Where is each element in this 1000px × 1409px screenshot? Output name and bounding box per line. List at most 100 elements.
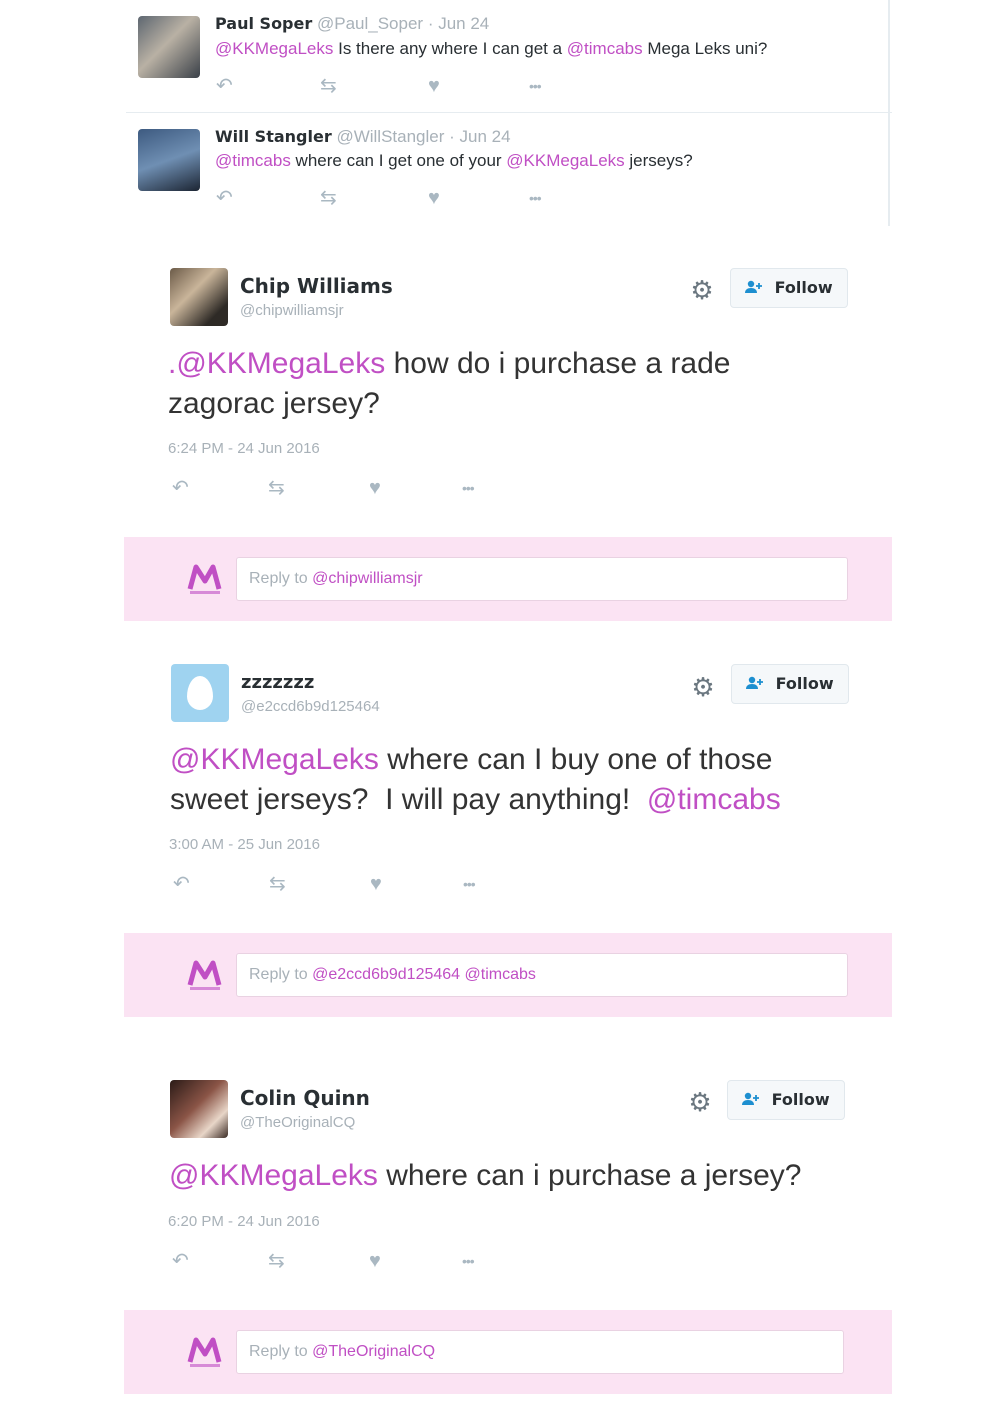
megaleks-logo [186,561,226,597]
tweet-date[interactable]: · Jun 24 [449,127,510,146]
tweet-compact: Will Stangler @WillStangler · Jun 24 @ti… [126,113,892,225]
user-handle[interactable]: @TheOriginalCQ [240,1114,355,1131]
tweet-line: .@KKMegaLeks how do i purchase a rade [168,344,868,384]
tweet-actions: ↶ ⇆ ♥ ••• [216,74,566,98]
retweet-icon[interactable]: ⇆ [268,1249,285,1273]
like-icon[interactable]: ♥ [428,74,440,98]
follow-label: Follow [771,1090,830,1109]
tweet-text: .@KKMegaLeks how do i purchase a rade za… [168,344,868,424]
user-name[interactable]: Chip Williams [240,274,393,298]
reply-composer: Reply to @e2ccd6b9d125464 @timcabs [124,933,892,1017]
more-icon[interactable]: ••• [529,74,542,98]
retweet-icon[interactable]: ⇆ [320,74,337,98]
more-icon[interactable]: ••• [463,872,476,896]
tweet-text-part: jerseys? [624,151,693,170]
gear-icon[interactable]: ⚙ [690,674,716,700]
avatar[interactable] [171,664,229,722]
gear-icon[interactable]: ⚙ [689,277,715,303]
user-name[interactable]: Will Stangler [215,127,332,146]
reply-icon[interactable]: ↶ [173,872,190,896]
mention-link[interactable]: @timcabs [647,783,781,816]
tweet-timestamp[interactable]: 3:00 AM - 25 Jun 2016 [169,836,320,853]
add-user-icon [742,1091,765,1109]
user-handle[interactable]: @e2ccd6b9d125464 [241,698,380,715]
reply-mentions: @e2ccd6b9d125464 @timcabs [312,966,536,983]
tweet-actions: ↶ ⇆ ♥ ••• [172,1249,492,1273]
tweet-text-part: sweet jerseys? I will pay anything! [170,783,647,816]
mention-link[interactable]: .@KKMegaLeks [168,347,385,380]
reply-prefix: Reply to [249,966,313,983]
tweet-text: @KKMegaLeks where can I buy one of those… [170,740,870,820]
tweet-actions: ↶ ⇆ ♥ ••• [173,872,493,896]
more-icon[interactable]: ••• [462,1249,475,1273]
reply-composer: Reply to @TheOriginalCQ [124,1310,892,1394]
mention-link[interactable]: @timcabs [567,39,643,58]
reply-prefix: Reply to [249,570,313,587]
follow-button[interactable]: Follow [731,664,849,704]
tweet-header: Will Stangler @WillStangler · Jun 24 [215,127,511,147]
megaleks-logo [186,957,226,993]
tweet-expanded: Colin Quinn @TheOriginalCQ ⚙ Follow @KKM… [0,1052,1000,1312]
reply-icon[interactable]: ↶ [216,186,233,210]
retweet-icon[interactable]: ⇆ [268,476,285,500]
tweet-line: zagorac jersey? [168,384,868,424]
reply-composer: Reply to @chipwilliamsjr [124,537,892,621]
user-handle[interactable]: @Paul_Soper [317,14,423,33]
like-icon[interactable]: ♥ [369,1249,381,1273]
user-name[interactable]: zzzzzzz [241,672,314,693]
reply-mentions: @chipwilliamsjr [312,570,423,587]
follow-label: Follow [775,674,834,693]
mention-link[interactable]: @KKMegaLeks [506,151,624,170]
avatar[interactable] [138,129,200,191]
tweet-text-part: where can i purchase a jersey? [377,1159,802,1192]
user-name[interactable]: Paul Soper [215,14,312,33]
tweet-text-part: where can I get one of your [290,151,507,170]
more-icon[interactable]: ••• [529,186,542,210]
avatar[interactable] [138,16,200,78]
reply-icon[interactable]: ↶ [172,1249,189,1273]
tweet-text-part: how do i purchase a rade [385,347,731,380]
tweet-text-part: Mega Leks uni? [642,39,768,58]
tweet-actions: ↶ ⇆ ♥ ••• [216,186,566,210]
megaleks-logo [186,1334,226,1370]
tweet-expanded: zzzzzzz @e2ccd6b9d125464 ⚙ Follow @KKMeg… [0,636,1000,936]
tweet-timestamp[interactable]: 6:24 PM - 24 Jun 2016 [168,440,320,457]
follow-button[interactable]: Follow [730,268,848,308]
like-icon[interactable]: ♥ [370,872,382,896]
tweet-text-part: where can I buy one of those [378,743,773,776]
follow-label: Follow [774,278,833,297]
reply-input[interactable]: Reply to @chipwilliamsjr [236,557,848,601]
more-icon[interactable]: ••• [462,476,475,500]
tweet-date[interactable]: · Jun 24 [428,14,489,33]
user-name[interactable]: Colin Quinn [240,1086,370,1110]
mention-link[interactable]: @KKMegaLeks [215,39,333,58]
like-icon[interactable]: ♥ [369,476,381,500]
follow-button[interactable]: Follow [727,1080,845,1120]
avatar[interactable] [170,268,228,326]
tweet-text-part: zagorac jersey? [168,387,380,420]
reply-mentions: @TheOriginalCQ [312,1343,436,1360]
gear-icon[interactable]: ⚙ [687,1089,713,1115]
tweet-text: @KKMegaLeks where can i purchase a jerse… [169,1156,869,1196]
like-icon[interactable]: ♥ [428,186,440,210]
border-line [888,0,890,226]
reply-input[interactable]: Reply to @TheOriginalCQ [236,1330,844,1374]
user-handle[interactable]: @chipwilliamsjr [240,302,344,319]
tweet-text-part: Is there any where I can get a [333,39,567,58]
mention-link[interactable]: @KKMegaLeks [170,743,379,776]
mention-link[interactable]: @timcabs [215,151,291,170]
add-user-icon [746,675,769,693]
tweet-actions: ↶ ⇆ ♥ ••• [172,476,492,500]
tweet-header: Paul Soper @Paul_Soper · Jun 24 [215,14,489,34]
mention-link[interactable]: @KKMegaLeks [169,1159,378,1192]
tweet-timestamp[interactable]: 6:20 PM - 24 Jun 2016 [168,1213,320,1230]
reply-icon[interactable]: ↶ [172,476,189,500]
user-handle[interactable]: @WillStangler [336,127,444,146]
reply-icon[interactable]: ↶ [216,74,233,98]
retweet-icon[interactable]: ⇆ [320,186,337,210]
retweet-icon[interactable]: ⇆ [269,872,286,896]
tweet-line: sweet jerseys? I will pay anything! @tim… [170,780,870,820]
reply-input[interactable]: Reply to @e2ccd6b9d125464 @timcabs [236,953,848,997]
avatar[interactable] [170,1080,228,1138]
egg-icon [187,676,213,710]
